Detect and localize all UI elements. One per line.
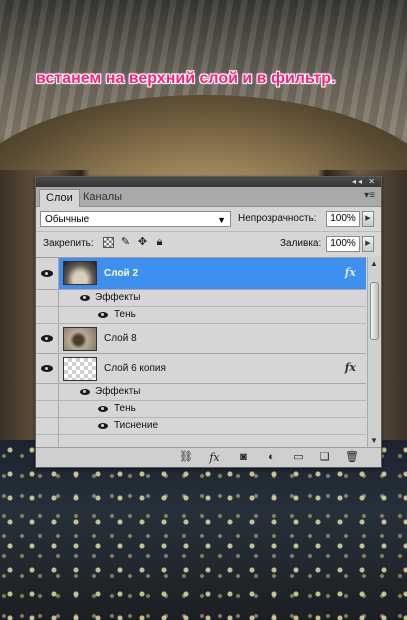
lock-fill-row: Закрепить: ✎ ✥ 🔒︎ Заливка: 100% ▶ — [36, 231, 381, 258]
blend-opacity-row: Обычные ▼ Непрозрачность: 100% ▶ — [36, 207, 381, 231]
eye-icon — [41, 335, 53, 342]
lock-all-icon[interactable]: 🔒︎ — [154, 237, 165, 248]
panel-menu-icon[interactable]: ▾≡ — [364, 190, 375, 201]
visibility-toggle[interactable] — [36, 258, 59, 289]
layer-name[interactable]: Слой 6 копия — [104, 363, 166, 374]
effect-row[interactable]: Тень — [36, 401, 366, 418]
eye-icon — [41, 270, 53, 277]
layer-name[interactable]: Слой 2 — [104, 268, 138, 279]
panel-tabs: Слои Каналы ▾≡ — [36, 187, 381, 207]
scroll-thumb[interactable] — [370, 282, 379, 340]
layers-panel: ◂◂ ✕ Слои Каналы ▾≡ Обычные ▼ Непрозрачн… — [35, 176, 382, 468]
lock-transparency-icon[interactable] — [103, 237, 114, 248]
new-layer-icon[interactable]: ❏ — [318, 451, 331, 464]
effects-row[interactable]: Эффекты — [36, 384, 366, 401]
fx-icon[interactable]: fx — [345, 361, 356, 374]
adjustment-layer-icon[interactable]: ◐ — [265, 451, 278, 464]
eye-column — [36, 307, 59, 323]
effects-row[interactable]: Эффекты — [36, 290, 366, 307]
effects-label: Эффекты — [95, 292, 141, 303]
trash-icon[interactable]: 🗑︎ — [345, 451, 359, 464]
lock-move-icon[interactable]: ✥ — [137, 237, 148, 248]
add-style-fx-icon[interactable]: fx — [208, 451, 221, 464]
opacity-arrow-icon[interactable]: ▶ — [362, 211, 374, 227]
tab-channels[interactable]: Каналы — [77, 189, 128, 206]
blend-mode-value: Обычные — [45, 214, 90, 225]
layer-row-sloy-6-kopiya[interactable]: Слой 6 копия fx — [36, 354, 366, 384]
effect-name: Тень — [114, 309, 136, 320]
opacity-label: Непрозрачность: — [238, 213, 317, 224]
effect-name: Тень — [114, 403, 136, 414]
layer-row-sloy-2[interactable]: Слой 2 fx — [36, 258, 366, 290]
lock-brush-icon[interactable]: ✎ — [120, 237, 131, 248]
fx-icon[interactable]: fx — [345, 266, 356, 279]
fill-arrow-icon[interactable]: ▶ — [362, 236, 374, 252]
tab-layers[interactable]: Слои — [39, 189, 80, 207]
layer-thumbnail[interactable] — [63, 261, 97, 285]
visibility-toggle[interactable] — [36, 354, 59, 383]
eye-icon[interactable] — [98, 406, 108, 412]
instruction-caption: встанем на верхний слой и в фильтр. — [36, 70, 336, 87]
panel-bottom-toolbar: ⛓ fx ◙ ◐ ▭ ❏ 🗑︎ — [36, 447, 381, 467]
layer-thumbnail[interactable] — [63, 357, 97, 381]
effect-row[interactable]: Тиснение — [36, 418, 366, 435]
fill-label: Заливка: — [280, 238, 322, 249]
eye-icon[interactable] — [98, 423, 108, 429]
layer-name[interactable]: Слой 8 — [104, 333, 137, 344]
visibility-toggle[interactable] — [36, 324, 59, 353]
eye-icon[interactable] — [80, 389, 90, 395]
eye-column — [36, 418, 59, 434]
add-mask-icon[interactable]: ◙ — [237, 451, 250, 464]
scroll-down-icon[interactable]: ▼ — [370, 436, 378, 445]
lock-label: Закрепить: — [43, 238, 94, 249]
eye-column — [36, 290, 59, 306]
collapse-close-icons[interactable]: ◂◂ ✕ — [352, 177, 377, 187]
blend-mode-select[interactable]: Обычные ▼ — [40, 211, 231, 227]
panel-titlebar[interactable]: ◂◂ ✕ — [36, 177, 381, 187]
eye-icon[interactable] — [98, 312, 108, 318]
lock-icons: ✎ ✥ 🔒︎ — [103, 237, 165, 248]
opacity-field[interactable]: 100% — [326, 211, 360, 227]
effects-label: Эффекты — [95, 386, 141, 397]
new-group-icon[interactable]: ▭ — [292, 451, 305, 464]
eye-column — [36, 401, 59, 417]
fill-field[interactable]: 100% — [326, 236, 360, 252]
effect-name: Тиснение — [114, 420, 159, 431]
layers-scrollbar[interactable]: ▲ ▼ — [367, 257, 381, 447]
layer-list: Слой 2 fx Эффекты Тень Слой 8 Слой 6 коп… — [36, 257, 366, 448]
layer-thumbnail[interactable] — [63, 327, 97, 351]
eye-column — [36, 384, 59, 400]
layer-row-sloy-8[interactable]: Слой 8 — [36, 324, 366, 354]
scroll-up-icon[interactable]: ▲ — [370, 259, 378, 268]
link-layers-icon[interactable]: ⛓ — [179, 451, 193, 464]
eye-icon — [41, 365, 53, 372]
chevron-down-icon: ▼ — [217, 215, 226, 225]
effect-row[interactable]: Тень — [36, 307, 366, 324]
eye-icon[interactable] — [80, 295, 90, 301]
